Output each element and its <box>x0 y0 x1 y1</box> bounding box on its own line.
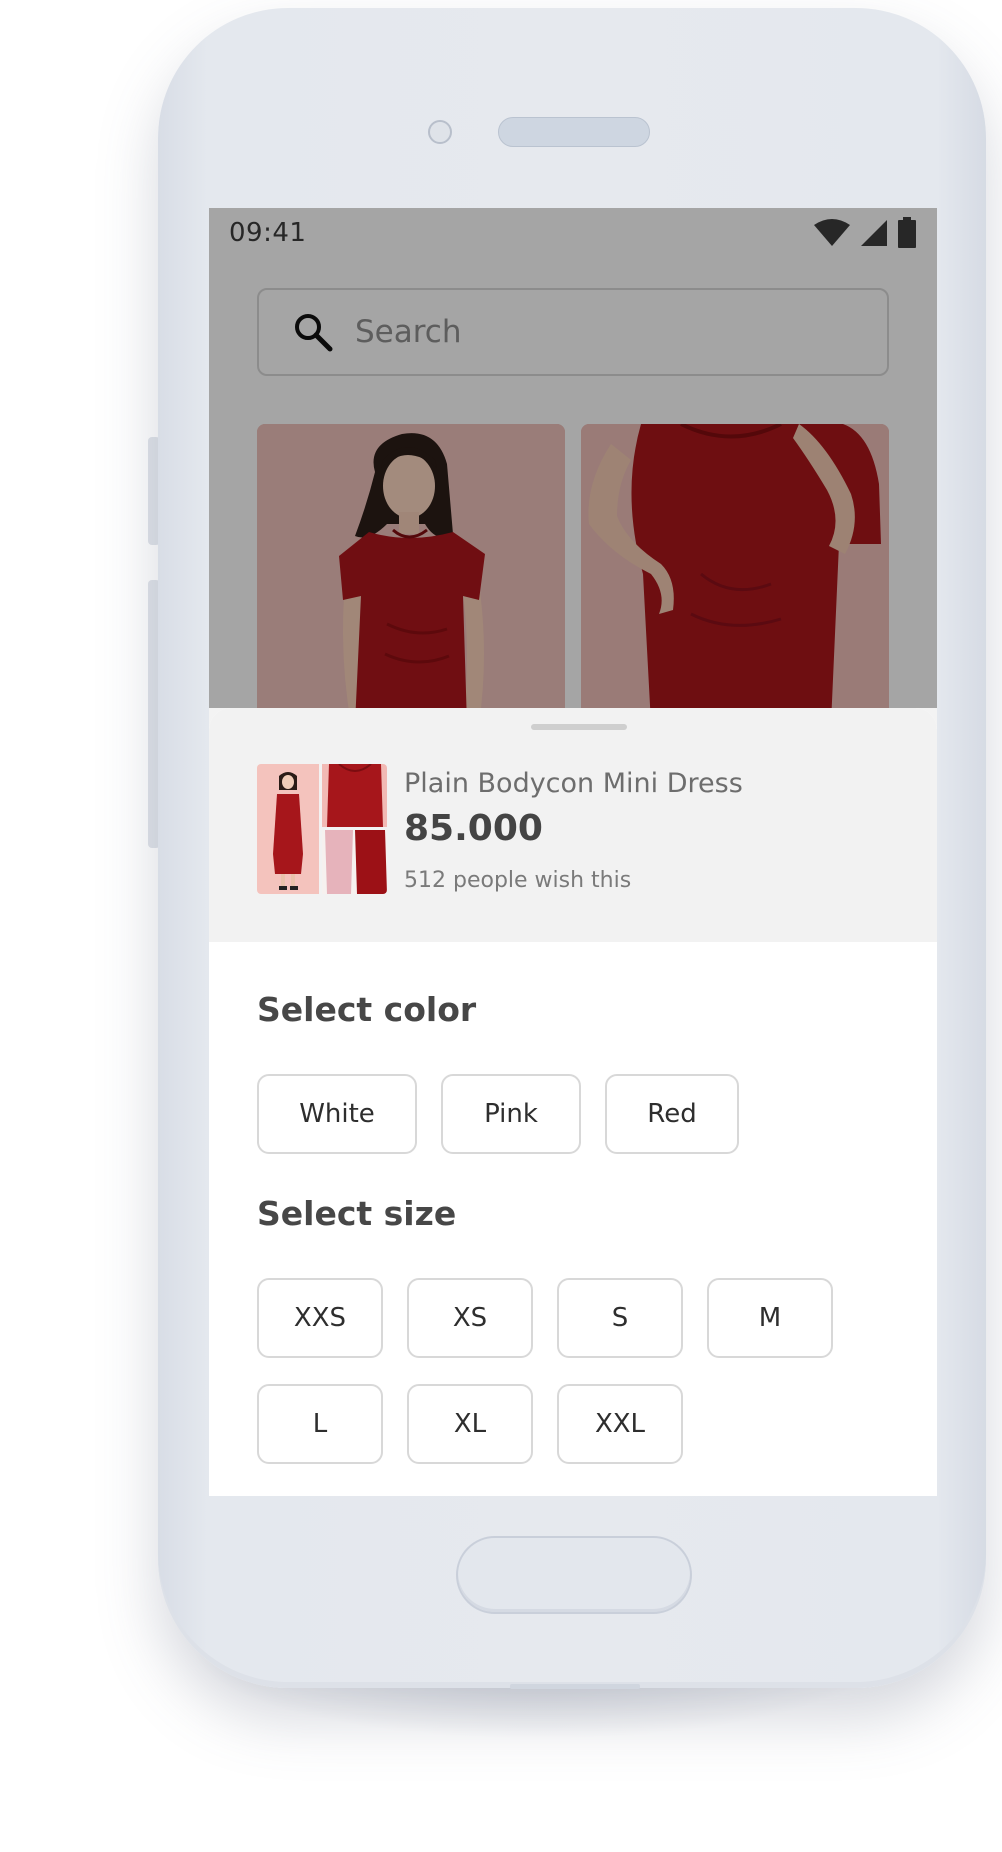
modal-backdrop[interactable] <box>209 208 937 708</box>
product-options-sheet: Plain Bodycon Mini Dress 85.000 512 peop… <box>209 708 937 1496</box>
drag-handle[interactable] <box>531 724 627 730</box>
size-option-xxs[interactable]: XXS <box>257 1278 383 1358</box>
size-option-xxl[interactable]: XXL <box>557 1384 683 1464</box>
size-option-xl[interactable]: XL <box>407 1384 533 1464</box>
phone-screen: 09:41 Search Plain Bodycon Mini Dress 85… <box>209 208 937 1496</box>
phone-bottom-port <box>510 1684 640 1689</box>
size-option-l[interactable]: L <box>257 1384 383 1464</box>
product-price: 85.000 <box>404 808 543 849</box>
color-option-white[interactable]: White <box>257 1074 417 1154</box>
size-option-m[interactable]: M <box>707 1278 833 1358</box>
sheet-product-summary: Plain Bodycon Mini Dress 85.000 512 peop… <box>209 708 937 942</box>
size-option-s[interactable]: S <box>557 1278 683 1358</box>
product-collage-image <box>257 764 387 894</box>
earpiece-speaker <box>498 117 650 147</box>
home-button[interactable] <box>456 1536 692 1614</box>
size-option-xs[interactable]: XS <box>407 1278 533 1358</box>
select-color-title: Select color <box>257 990 477 1029</box>
product-name: Plain Bodycon Mini Dress <box>404 768 743 799</box>
color-option-pink[interactable]: Pink <box>441 1074 581 1154</box>
product-thumbnail <box>257 764 387 894</box>
front-camera <box>428 120 452 144</box>
select-size-title: Select size <box>257 1194 457 1233</box>
color-option-red[interactable]: Red <box>605 1074 739 1154</box>
wish-count: 512 people wish this <box>404 868 632 893</box>
